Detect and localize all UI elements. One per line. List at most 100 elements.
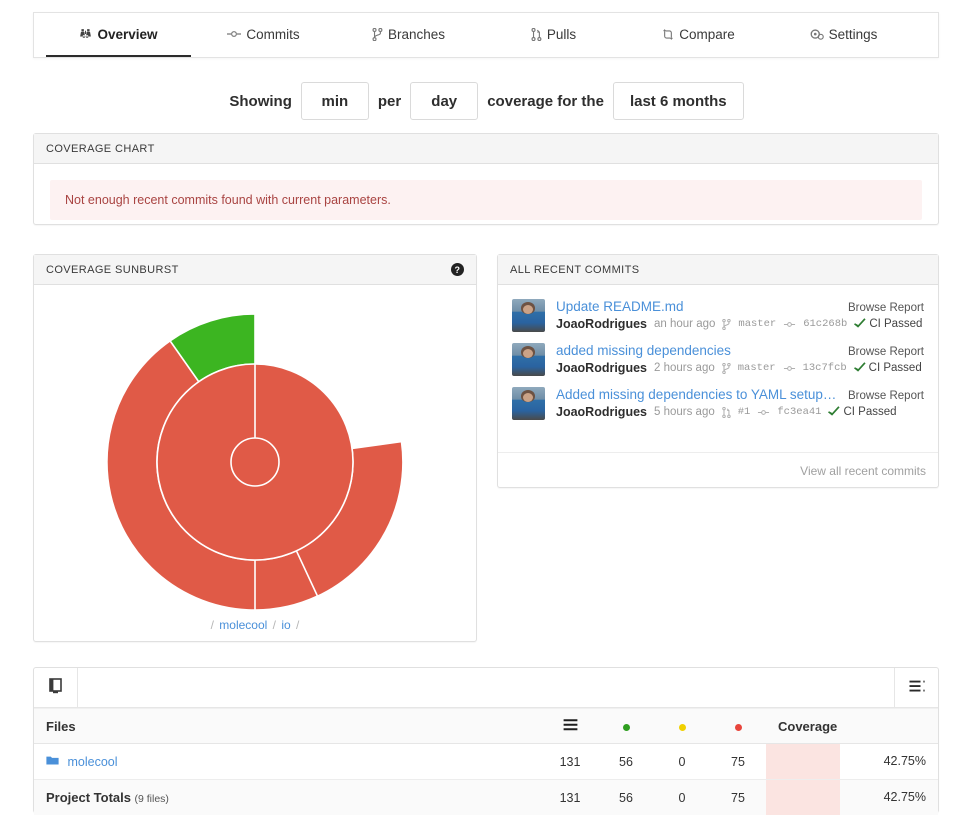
showing-label: Showing	[220, 93, 301, 110]
commit-icon	[783, 320, 796, 329]
coverage-sunburst-panel: COVERAGE SUNBURST ? / molecool /	[33, 254, 477, 642]
commit-main: Update README.md Browse Report JoaoRodri…	[556, 299, 924, 332]
ci-status: CI Passed	[828, 406, 896, 419]
breadcrumb-sep-0: /	[209, 618, 216, 632]
file-table-header-row: Files Coverage	[34, 709, 938, 744]
file-row-link[interactable]: molecool	[67, 755, 117, 769]
red-dot-icon	[735, 724, 742, 731]
browse-report-link[interactable]: Browse Report	[838, 346, 924, 358]
browse-files-button[interactable]	[34, 668, 78, 707]
column-header-files[interactable]: Files	[34, 709, 542, 744]
column-header-hits[interactable]	[598, 709, 654, 744]
sunburst-chart[interactable]	[100, 307, 410, 617]
folder-icon	[46, 755, 62, 769]
binoculars-icon	[79, 28, 92, 40]
tab-settings-label: Settings	[829, 27, 878, 42]
branch-icon	[722, 363, 731, 374]
coverage-chart-header: COVERAGE CHART	[34, 134, 938, 164]
branch-icon	[722, 319, 731, 330]
browse-report-link[interactable]: Browse Report	[838, 390, 924, 402]
commit-icon	[757, 408, 770, 417]
file-row-partials: 0	[654, 744, 710, 780]
view-all-commits-link[interactable]: View all recent commits	[800, 464, 926, 478]
table-options-button[interactable]	[894, 668, 938, 707]
check-icon	[854, 362, 866, 375]
totals-hits: 56	[598, 780, 654, 816]
sunburst-title: COVERAGE SUNBURST	[46, 264, 179, 276]
commit-time: an hour ago	[654, 318, 715, 330]
commit-ref[interactable]: master	[738, 362, 776, 374]
file-row-misses: 75	[710, 744, 766, 780]
avatar	[512, 343, 545, 376]
breadcrumb-item-io[interactable]: io	[281, 618, 290, 632]
commit-meta: JoaoRodrigues 2 hours ago master 13c7fcb	[556, 361, 924, 375]
range-select[interactable]: last 6 months	[613, 82, 744, 120]
table-row[interactable]: molecool 131 56 0 75 42.75%	[34, 744, 938, 780]
commit-sha[interactable]: fc3ea41	[777, 406, 821, 418]
commit-main: Added missing dependencies to YAML setup…	[556, 387, 924, 420]
commit-message-link[interactable]: Update README.md	[556, 299, 684, 314]
ci-status-label: CI Passed	[869, 318, 922, 330]
check-icon	[854, 318, 866, 331]
tab-overview[interactable]: Overview	[46, 13, 191, 58]
list-options-icon	[909, 680, 925, 696]
commit-sha[interactable]: 13c7fcb	[803, 362, 847, 374]
compare-icon	[662, 28, 674, 41]
file-table-body: molecool 131 56 0 75 42.75% Project Tota…	[34, 744, 938, 816]
filter-bar: Showing min per day coverage for the las…	[0, 82, 964, 120]
commit-author: JoaoRodrigues	[556, 405, 647, 419]
column-header-coverage[interactable]: Coverage	[766, 709, 938, 744]
commit-message-link[interactable]: added missing dependencies	[556, 343, 731, 358]
column-header-misses[interactable]	[710, 709, 766, 744]
ci-status: CI Passed	[854, 318, 922, 331]
file-coverage-table: Files Coverage	[34, 708, 938, 815]
coverage-chart-panel: COVERAGE CHART Not enough recent commits…	[33, 133, 939, 225]
commit-main: added missing dependencies Browse Report…	[556, 343, 924, 376]
tab-commits[interactable]: Commits	[191, 13, 336, 58]
file-row-lines: 131	[542, 744, 598, 780]
coverage-for-the-label: coverage for the	[478, 93, 613, 110]
commit-sha[interactable]: 61c268b	[803, 318, 847, 330]
gear-icon	[810, 28, 824, 41]
tab-compare[interactable]: Compare	[626, 13, 771, 58]
totals-label-cell: Project Totals (9 files)	[34, 780, 542, 816]
breadcrumb-sep-2: /	[294, 618, 301, 632]
totals-misses: 75	[710, 780, 766, 816]
commit-ref[interactable]: master	[738, 318, 776, 330]
tab-pulls[interactable]: Pulls	[481, 13, 626, 58]
period-select[interactable]: day	[410, 82, 478, 120]
commit-author: JoaoRodrigues	[556, 317, 647, 331]
browse-report-link[interactable]: Browse Report	[838, 302, 924, 314]
tab-pulls-label: Pulls	[547, 27, 576, 42]
book-icon	[48, 678, 63, 697]
per-label: per	[369, 93, 410, 110]
sunburst-center[interactable]	[231, 438, 279, 486]
totals-file-count: (9 files)	[135, 793, 169, 805]
totals-coverage-value: 42.75%	[766, 780, 938, 815]
help-icon[interactable]: ?	[451, 263, 464, 276]
pull-request-icon	[531, 28, 542, 41]
commit-message-link[interactable]: Added missing dependencies to YAML setup…	[556, 387, 838, 402]
file-table-panel: Files Coverage	[33, 667, 939, 813]
commit-time: 5 hours ago	[654, 406, 715, 418]
commit-ref[interactable]: #1	[738, 406, 751, 418]
tab-branches[interactable]: Branches	[336, 13, 481, 58]
tab-commits-label: Commits	[246, 27, 299, 42]
commit-row: Added missing dependencies to YAML setup…	[512, 387, 924, 420]
ci-status-label: CI Passed	[869, 362, 922, 374]
metric-select[interactable]: min	[301, 82, 369, 120]
column-header-partials[interactable]	[654, 709, 710, 744]
ci-status-label: CI Passed	[843, 406, 896, 418]
tab-bar-divider	[33, 57, 939, 58]
commit-icon	[227, 28, 241, 40]
green-dot-icon	[623, 724, 630, 731]
column-header-lines[interactable]	[542, 709, 598, 744]
tab-bar: Overview Commits Branches Pulls Compare	[33, 12, 939, 58]
tab-settings[interactable]: Settings	[771, 13, 916, 58]
commits-title: ALL RECENT COMMITS	[510, 264, 639, 276]
sunburst-breadcrumb: / molecool / io /	[34, 618, 476, 632]
commit-time: 2 hours ago	[654, 362, 715, 374]
breadcrumb-item-molecool[interactable]: molecool	[219, 618, 267, 632]
file-table-toolbar-spacer	[78, 668, 894, 707]
avatar	[512, 387, 545, 420]
